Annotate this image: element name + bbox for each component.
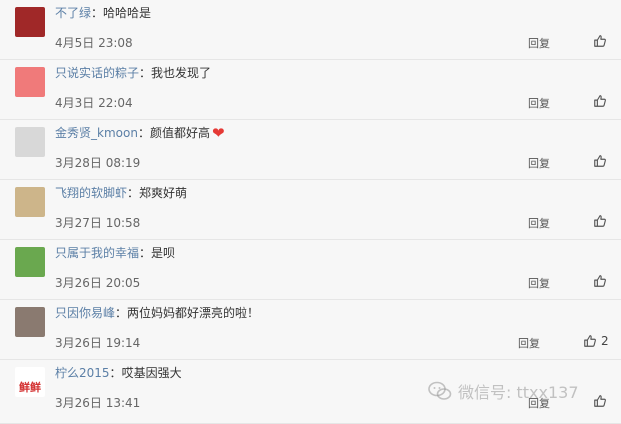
comment-row: 只说实话的粽子：我也发现了 4月3日 22:04 回复 xyxy=(0,60,621,120)
avatar[interactable] xyxy=(15,307,45,337)
separator: ： xyxy=(91,6,104,20)
thumbs-up-icon xyxy=(594,275,606,287)
comment-text: 哈哈哈是 xyxy=(103,6,152,20)
comment-line: 不了绿：哈哈哈是 xyxy=(55,5,151,21)
comment-row: 金秀贤_kmoon：颜值都好高 ❤ 3月28日 08:19 回复 xyxy=(0,120,621,180)
reply-button[interactable]: 回复 xyxy=(528,275,550,291)
wechat-watermark: 微信号: ttxx137 xyxy=(428,379,579,403)
reply-button[interactable]: 回复 xyxy=(528,155,550,171)
comment-line: 柠么2015：哎基因强大 xyxy=(55,365,182,381)
reply-button[interactable]: 回复 xyxy=(528,35,550,51)
reply-button[interactable]: 回复 xyxy=(528,95,550,111)
wechat-icon xyxy=(428,381,452,400)
like-button[interactable] xyxy=(593,33,607,49)
separator: ： xyxy=(139,246,152,260)
comment-line: 飞翔的软脚虾：郑爽好萌 xyxy=(55,185,187,201)
separator: ： xyxy=(139,66,152,80)
comment-text: 郑爽好萌 xyxy=(139,186,188,200)
like-count: 2 xyxy=(601,334,609,348)
comment-row: 只因你易峰：两位妈妈都好漂亮的啦！ 3月26日 19:14 回复 2 xyxy=(0,300,621,360)
like-button[interactable] xyxy=(593,153,607,169)
avatar[interactable] xyxy=(15,127,45,157)
reply-button[interactable]: 回复 xyxy=(528,215,550,231)
thumbs-up-icon xyxy=(594,395,606,407)
thumbs-up-icon xyxy=(584,335,596,347)
comment-author[interactable]: 只因你易峰 xyxy=(55,306,115,320)
like-button[interactable] xyxy=(593,393,607,409)
comment-author[interactable]: 柠么2015 xyxy=(55,366,110,380)
comment-line: 只说实话的粽子：我也发现了 xyxy=(55,65,211,81)
comment-text: 两位妈妈都好漂亮的啦！ xyxy=(127,306,260,320)
avatar-text: 鲜鲜 xyxy=(19,381,41,394)
comment-author[interactable]: 不了绿 xyxy=(55,6,91,20)
comment-time: 4月5日 23:08 xyxy=(55,36,133,50)
heart-icon: ❤ xyxy=(211,124,225,142)
comment-line: 只属于我的幸福：是呗 xyxy=(55,245,175,261)
comment-author[interactable]: 飞翔的软脚虾 xyxy=(55,186,127,200)
watermark-text: 微信号: ttxx137 xyxy=(458,383,579,402)
comment-row: 不了绿：哈哈哈是 4月5日 23:08 回复 xyxy=(0,0,621,60)
comment-time: 3月27日 10:58 xyxy=(55,216,141,230)
reply-button[interactable]: 回复 xyxy=(518,335,540,351)
comment-time: 3月28日 08:19 xyxy=(55,156,141,170)
separator: ： xyxy=(115,306,128,320)
avatar[interactable] xyxy=(15,67,45,97)
avatar[interactable]: 鲜鲜 xyxy=(15,367,45,397)
comment-row: 飞翔的软脚虾：郑爽好萌 3月27日 10:58 回复 xyxy=(0,180,621,240)
thumbs-up-icon xyxy=(594,215,606,227)
avatar[interactable] xyxy=(15,7,45,37)
like-button[interactable] xyxy=(593,273,607,289)
like-button[interactable] xyxy=(593,93,607,109)
like-button[interactable] xyxy=(593,213,607,229)
avatar[interactable] xyxy=(15,247,45,277)
comment-text: 我也发现了 xyxy=(151,66,212,80)
avatar[interactable] xyxy=(15,187,45,217)
comment-line: 只因你易峰：两位妈妈都好漂亮的啦！ xyxy=(55,305,259,321)
comment-author[interactable]: 只说实话的粽子 xyxy=(55,66,139,80)
comment-author[interactable]: 金秀贤_kmoon xyxy=(55,126,138,140)
comment-list: 不了绿：哈哈哈是 4月5日 23:08 回复 只说实话的粽子：我也发现了 4月3日 22… xyxy=(0,0,621,424)
comment-line: 金秀贤_kmoon：颜值都好高 ❤ xyxy=(55,125,225,141)
separator: ： xyxy=(127,186,140,200)
comment-author[interactable]: 只属于我的幸福 xyxy=(55,246,139,260)
comment-time: 3月26日 13:41 xyxy=(55,396,141,410)
thumbs-up-icon xyxy=(594,155,606,167)
comment-time: 4月3日 22:04 xyxy=(55,96,133,110)
thumbs-up-icon xyxy=(594,35,606,47)
comment-text: 是呗 xyxy=(151,246,176,260)
separator: ： xyxy=(137,126,150,140)
comment-time: 3月26日 19:14 xyxy=(55,336,141,350)
comment-text: 颜值都好高 xyxy=(149,126,210,140)
separator: ： xyxy=(109,366,122,380)
thumbs-up-icon xyxy=(594,95,606,107)
comment-text: 哎基因强大 xyxy=(121,366,182,380)
comment-time: 3月26日 20:05 xyxy=(55,276,141,290)
comment-row: 只属于我的幸福：是呗 3月26日 20:05 回复 xyxy=(0,240,621,300)
like-button[interactable]: 2 xyxy=(583,333,609,349)
